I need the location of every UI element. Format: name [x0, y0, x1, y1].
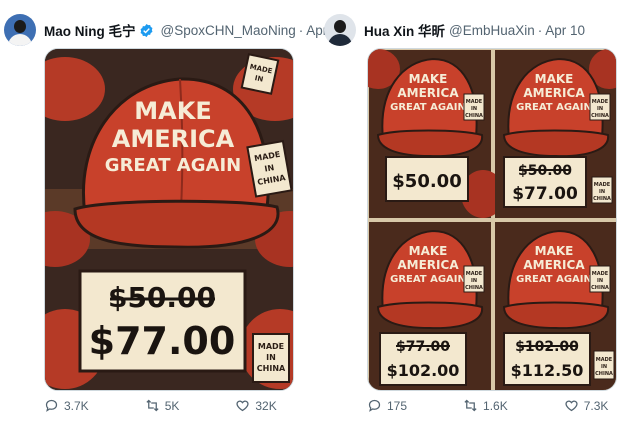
repost-icon: [464, 399, 477, 412]
like-count: 7.3K: [583, 398, 609, 413]
reply-icon: [45, 399, 58, 412]
svg-text:MADE: MADE: [596, 357, 613, 363]
panel-4-new-price: $112.50: [511, 361, 584, 380]
maga-hat-illustration: MAKE AMERICA GREAT AGAIN MADE IN CHINA M…: [45, 49, 293, 390]
verified-badge-icon: [140, 23, 152, 37]
panel-2: MAKE AMERICA GREAT AGAIN MADE IN CHINA $…: [495, 49, 616, 218]
tweet-image[interactable]: MAKE AMERICA GREAT AGAIN MADE IN CHINA $…: [367, 48, 617, 391]
svg-text:MADE: MADE: [592, 99, 609, 105]
reply-count: 3.7K: [64, 398, 89, 413]
panel-4-cap-line-1: MAKE: [535, 244, 574, 258]
svg-text:IN: IN: [601, 364, 607, 370]
like-button[interactable]: 7.3K: [564, 398, 609, 413]
svg-text:CHINA: CHINA: [591, 113, 609, 119]
svg-text:IN: IN: [471, 106, 477, 112]
made-tag-line-2: IN: [264, 163, 275, 174]
svg-text:IN: IN: [597, 278, 603, 284]
panel-3-cap-line-1: MAKE: [409, 244, 448, 258]
svg-text:MADE: MADE: [466, 271, 483, 277]
tweet-header: Hua Xin 华昕 @EmbHuaXin · Apr 10: [324, 12, 636, 48]
tweet-mao-ning[interactable]: Mao Ning 毛宁 @SpoxCHN_MaoNing · Apr 10: [4, 12, 346, 413]
svg-text:CHINA: CHINA: [257, 364, 286, 373]
handle[interactable]: @EmbHuaXin: [449, 23, 535, 38]
panel-1-new-price: $50.00: [392, 171, 461, 192]
panel-2-cap-line-1: MAKE: [535, 72, 574, 86]
cap-line-3: GREAT AGAIN: [105, 155, 241, 176]
svg-text:IN: IN: [597, 106, 603, 112]
like-count: 32K: [255, 398, 277, 413]
tweet-actions: 175 1.6K 7.3K: [367, 398, 640, 413]
avatar[interactable]: [4, 14, 36, 46]
svg-text:CHINA: CHINA: [465, 113, 483, 119]
repost-button[interactable]: 5K: [145, 398, 180, 413]
panel-1-cap-line-1: MAKE: [409, 72, 448, 86]
svg-text:MADE: MADE: [592, 271, 609, 277]
panel-3-cap-line-3: GREAT AGAIN: [390, 274, 466, 285]
svg-text:IN: IN: [266, 353, 276, 362]
panel-4-cap-line-3: GREAT AGAIN: [516, 274, 592, 285]
svg-text:CHINA: CHINA: [593, 196, 611, 202]
handle[interactable]: @SpoxCHN_MaoNing: [161, 23, 296, 38]
repost-count: 1.6K: [483, 398, 508, 413]
reply-count: 175: [387, 398, 408, 413]
repost-icon: [146, 399, 159, 412]
svg-text:CHINA: CHINA: [591, 285, 609, 291]
panel-1-cap-line-2: AMERICA: [397, 86, 459, 100]
panel-2-new-price: $77.00: [512, 184, 578, 204]
panel-1-cap-line-3: GREAT AGAIN: [390, 102, 466, 113]
tweet-hua-xin[interactable]: Hua Xin 华昕 @EmbHuaXin · Apr 10 MAKE AMER…: [324, 12, 636, 413]
panel-2-cap-line-2: AMERICA: [523, 86, 585, 100]
new-price: $77.00: [89, 319, 236, 363]
display-name[interactable]: Hua Xin 华昕: [364, 20, 445, 40]
reply-button[interactable]: 175: [367, 398, 407, 413]
panel-4: MAKE AMERICA GREAT AGAIN MADE IN CHINA $…: [495, 222, 616, 390]
panel-3-new-price: $102.00: [387, 361, 460, 380]
svg-text:MADE: MADE: [594, 182, 611, 188]
display-name[interactable]: Mao Ning 毛宁: [44, 20, 136, 40]
separator-dot: ·: [298, 22, 304, 38]
svg-text:MADE: MADE: [466, 99, 483, 105]
svg-text:IN: IN: [471, 278, 477, 284]
reply-button[interactable]: 3.7K: [44, 398, 89, 413]
repost-button[interactable]: 1.6K: [463, 398, 508, 413]
repost-count: 5K: [164, 398, 180, 413]
panel-3: MAKE AMERICA GREAT AGAIN MADE IN CHINA $…: [369, 222, 491, 390]
heart-icon: [236, 400, 249, 412]
timestamp[interactable]: Apr 10: [545, 23, 585, 38]
tweet-image[interactable]: MAKE AMERICA GREAT AGAIN MADE IN CHINA M…: [44, 48, 294, 391]
svg-text:CHINA: CHINA: [465, 285, 483, 291]
panel-1: MAKE AMERICA GREAT AGAIN MADE IN CHINA $…: [368, 49, 505, 218]
cap-line-1: MAKE: [134, 97, 211, 125]
maga-hat-grid-illustration: MAKE AMERICA GREAT AGAIN MADE IN CHINA $…: [368, 49, 616, 390]
panel-2-cap-line-3: GREAT AGAIN: [516, 102, 592, 113]
panel-4-cap-line-2: AMERICA: [523, 258, 585, 272]
tweet-actions: 3.7K 5K 32K: [44, 398, 333, 413]
cap-line-2: AMERICA: [112, 125, 235, 153]
panel-3-cap-line-2: AMERICA: [397, 258, 459, 272]
svg-text:MADE: MADE: [258, 342, 284, 351]
like-button[interactable]: 32K: [235, 398, 277, 413]
svg-text:IN: IN: [599, 189, 605, 195]
svg-text:CHINA: CHINA: [595, 371, 613, 377]
avatar[interactable]: [324, 14, 356, 46]
separator-dot: ·: [537, 22, 543, 38]
tweet-header: Mao Ning 毛宁 @SpoxCHN_MaoNing · Apr 10: [4, 12, 346, 48]
heart-icon: [565, 400, 578, 412]
reply-icon: [368, 399, 381, 412]
